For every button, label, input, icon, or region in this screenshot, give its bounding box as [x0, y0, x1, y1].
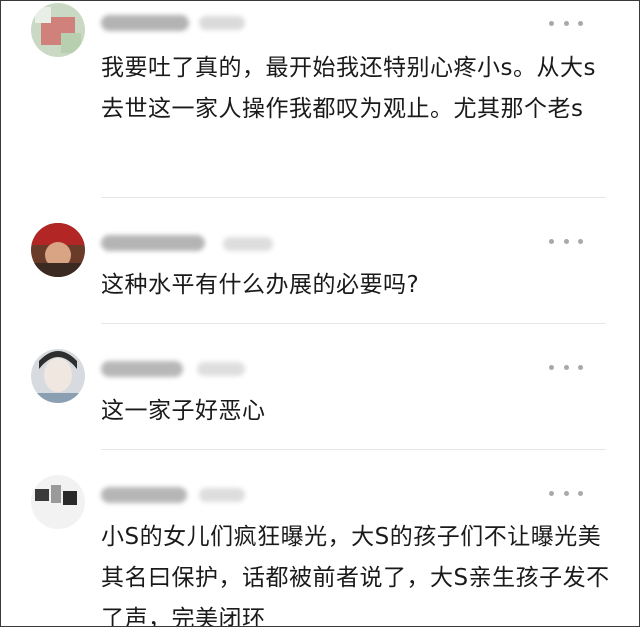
- more-options-icon[interactable]: [549, 359, 583, 375]
- comment-divider: [101, 197, 606, 198]
- user-avatar[interactable]: [31, 475, 85, 529]
- comment-divider: [101, 449, 606, 450]
- timestamp-blurred: [199, 488, 245, 502]
- user-avatar[interactable]: [31, 3, 85, 57]
- username-blurred[interactable]: [101, 235, 205, 251]
- timestamp-blurred: [199, 16, 245, 30]
- user-avatar[interactable]: [31, 223, 85, 277]
- comment-divider: [101, 323, 606, 324]
- user-avatar[interactable]: [31, 349, 85, 403]
- comment-list: 我要吐了真的，最开始我还特别心疼小s。从大s去世这一家人操作我都叹为观止。尤其那…: [0, 0, 640, 627]
- more-options-icon[interactable]: [549, 233, 583, 249]
- username-blurred[interactable]: [101, 15, 189, 31]
- comment-text: 我要吐了真的，最开始我还特别心疼小s。从大s去世这一家人操作我都叹为观止。尤其那…: [101, 55, 596, 122]
- timestamp-blurred: [197, 362, 245, 376]
- comment-text: 小S的女儿们疯狂曝光，大S的孩子们不让曝光美其名曰保护，话都被前者说了，大S亲生…: [101, 524, 610, 627]
- more-options-icon[interactable]: [549, 485, 583, 501]
- username-blurred[interactable]: [101, 361, 183, 377]
- comment-text: 这一家子好恶心: [101, 398, 266, 424]
- comment-text: 这种水平有什么办展的必要吗?: [101, 272, 420, 298]
- more-options-icon[interactable]: [549, 15, 583, 31]
- timestamp-blurred: [223, 237, 273, 251]
- username-blurred[interactable]: [101, 487, 187, 503]
